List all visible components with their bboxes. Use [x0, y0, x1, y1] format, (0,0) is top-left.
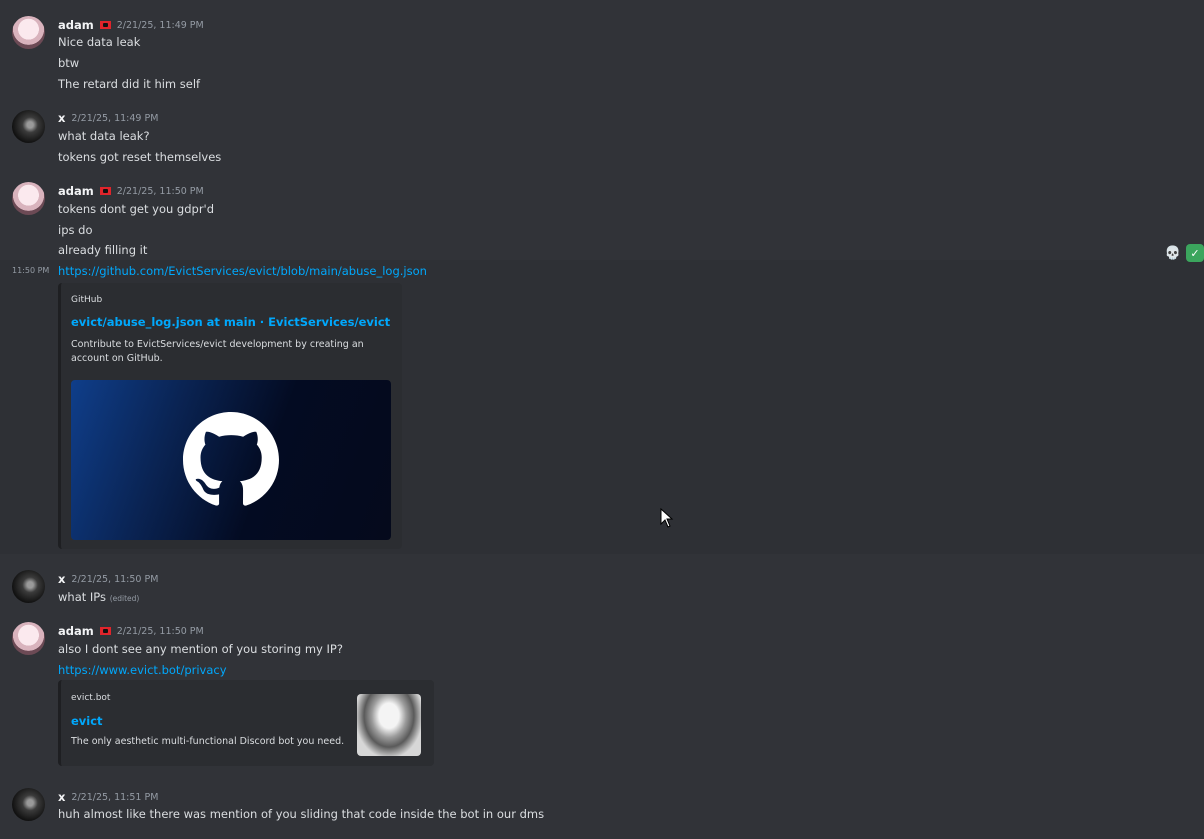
avatar[interactable] — [12, 570, 45, 603]
flag-icon — [99, 627, 111, 635]
link-embed: GitHub evict/abuse_log.json at main · Ev… — [58, 283, 402, 549]
author-name[interactable]: adam — [58, 18, 94, 32]
embed-title[interactable]: evict — [71, 714, 103, 728]
message-text: ips do — [58, 223, 93, 237]
skull-icon[interactable]: 💀 — [1164, 244, 1182, 262]
timestamp: 2/21/25, 11:49 PM — [116, 19, 204, 31]
author-name[interactable]: adam — [58, 184, 94, 198]
embed-provider: GitHub — [71, 295, 103, 305]
link-embed: evict.bot evict The only aesthetic multi… — [58, 680, 434, 766]
message-text: tokens dont get you gdpr'd — [58, 202, 215, 216]
mouse-cursor-icon — [660, 508, 674, 528]
avatar[interactable] — [12, 182, 45, 215]
edited-label: (edited) — [109, 594, 140, 603]
embed-description: Contribute to EvictServices/evict develo… — [71, 338, 364, 366]
check-mark-icon[interactable]: ✓ — [1186, 244, 1204, 262]
flag-icon — [99, 187, 111, 195]
author-name[interactable]: x — [58, 790, 65, 804]
message-text: The retard did it him self — [58, 77, 201, 91]
hover-timestamp: 11:50 PM — [12, 266, 50, 275]
flag-icon — [99, 21, 111, 29]
message-body: what IPs — [58, 590, 107, 604]
timestamp: 2/21/25, 11:50 PM — [116, 185, 204, 197]
message-link[interactable]: https://github.com/EvictServices/evict/b… — [58, 264, 427, 278]
embed-title[interactable]: evict/abuse_log.json at main · EvictServ… — [71, 315, 390, 329]
embed-image[interactable] — [71, 380, 391, 540]
github-logo-icon — [183, 412, 279, 506]
author-name[interactable]: x — [58, 111, 65, 125]
avatar[interactable] — [12, 16, 45, 49]
message-text: also I dont see any mention of you stori… — [58, 642, 343, 656]
anime-girl-thumbnail[interactable] — [357, 694, 421, 756]
message-text: Nice data leak — [58, 35, 141, 49]
avatar[interactable] — [12, 788, 45, 821]
message-text: btw — [58, 56, 80, 70]
author-name[interactable]: adam — [58, 624, 94, 638]
reaction-bar: 💀 ✓ — [1164, 244, 1204, 262]
message-text: what data leak? — [58, 129, 150, 143]
avatar[interactable] — [12, 110, 45, 143]
avatar[interactable] — [12, 622, 45, 655]
embed-description: The only aesthetic multi-functional Disc… — [71, 736, 345, 747]
embed-description-line: account on GitHub. — [71, 353, 163, 364]
embed-provider: evict.bot — [71, 693, 111, 703]
embed-description-line: Contribute to EvictServices/evict develo… — [71, 339, 364, 350]
author-name[interactable]: x — [58, 572, 65, 586]
message-text: huh almost like there was mention of you… — [58, 807, 545, 821]
timestamp: 2/21/25, 11:49 PM — [71, 112, 159, 124]
timestamp: 2/21/25, 11:50 PM — [116, 625, 204, 637]
message-text: already filling it — [58, 243, 148, 257]
timestamp: 2/21/25, 11:50 PM — [71, 573, 159, 585]
message-link[interactable]: https://www.evict.bot/privacy — [58, 663, 227, 677]
timestamp: 2/21/25, 11:51 PM — [71, 791, 159, 803]
message-text: tokens got reset themselves — [58, 150, 222, 164]
message-text: what IPs (edited) — [58, 590, 139, 604]
